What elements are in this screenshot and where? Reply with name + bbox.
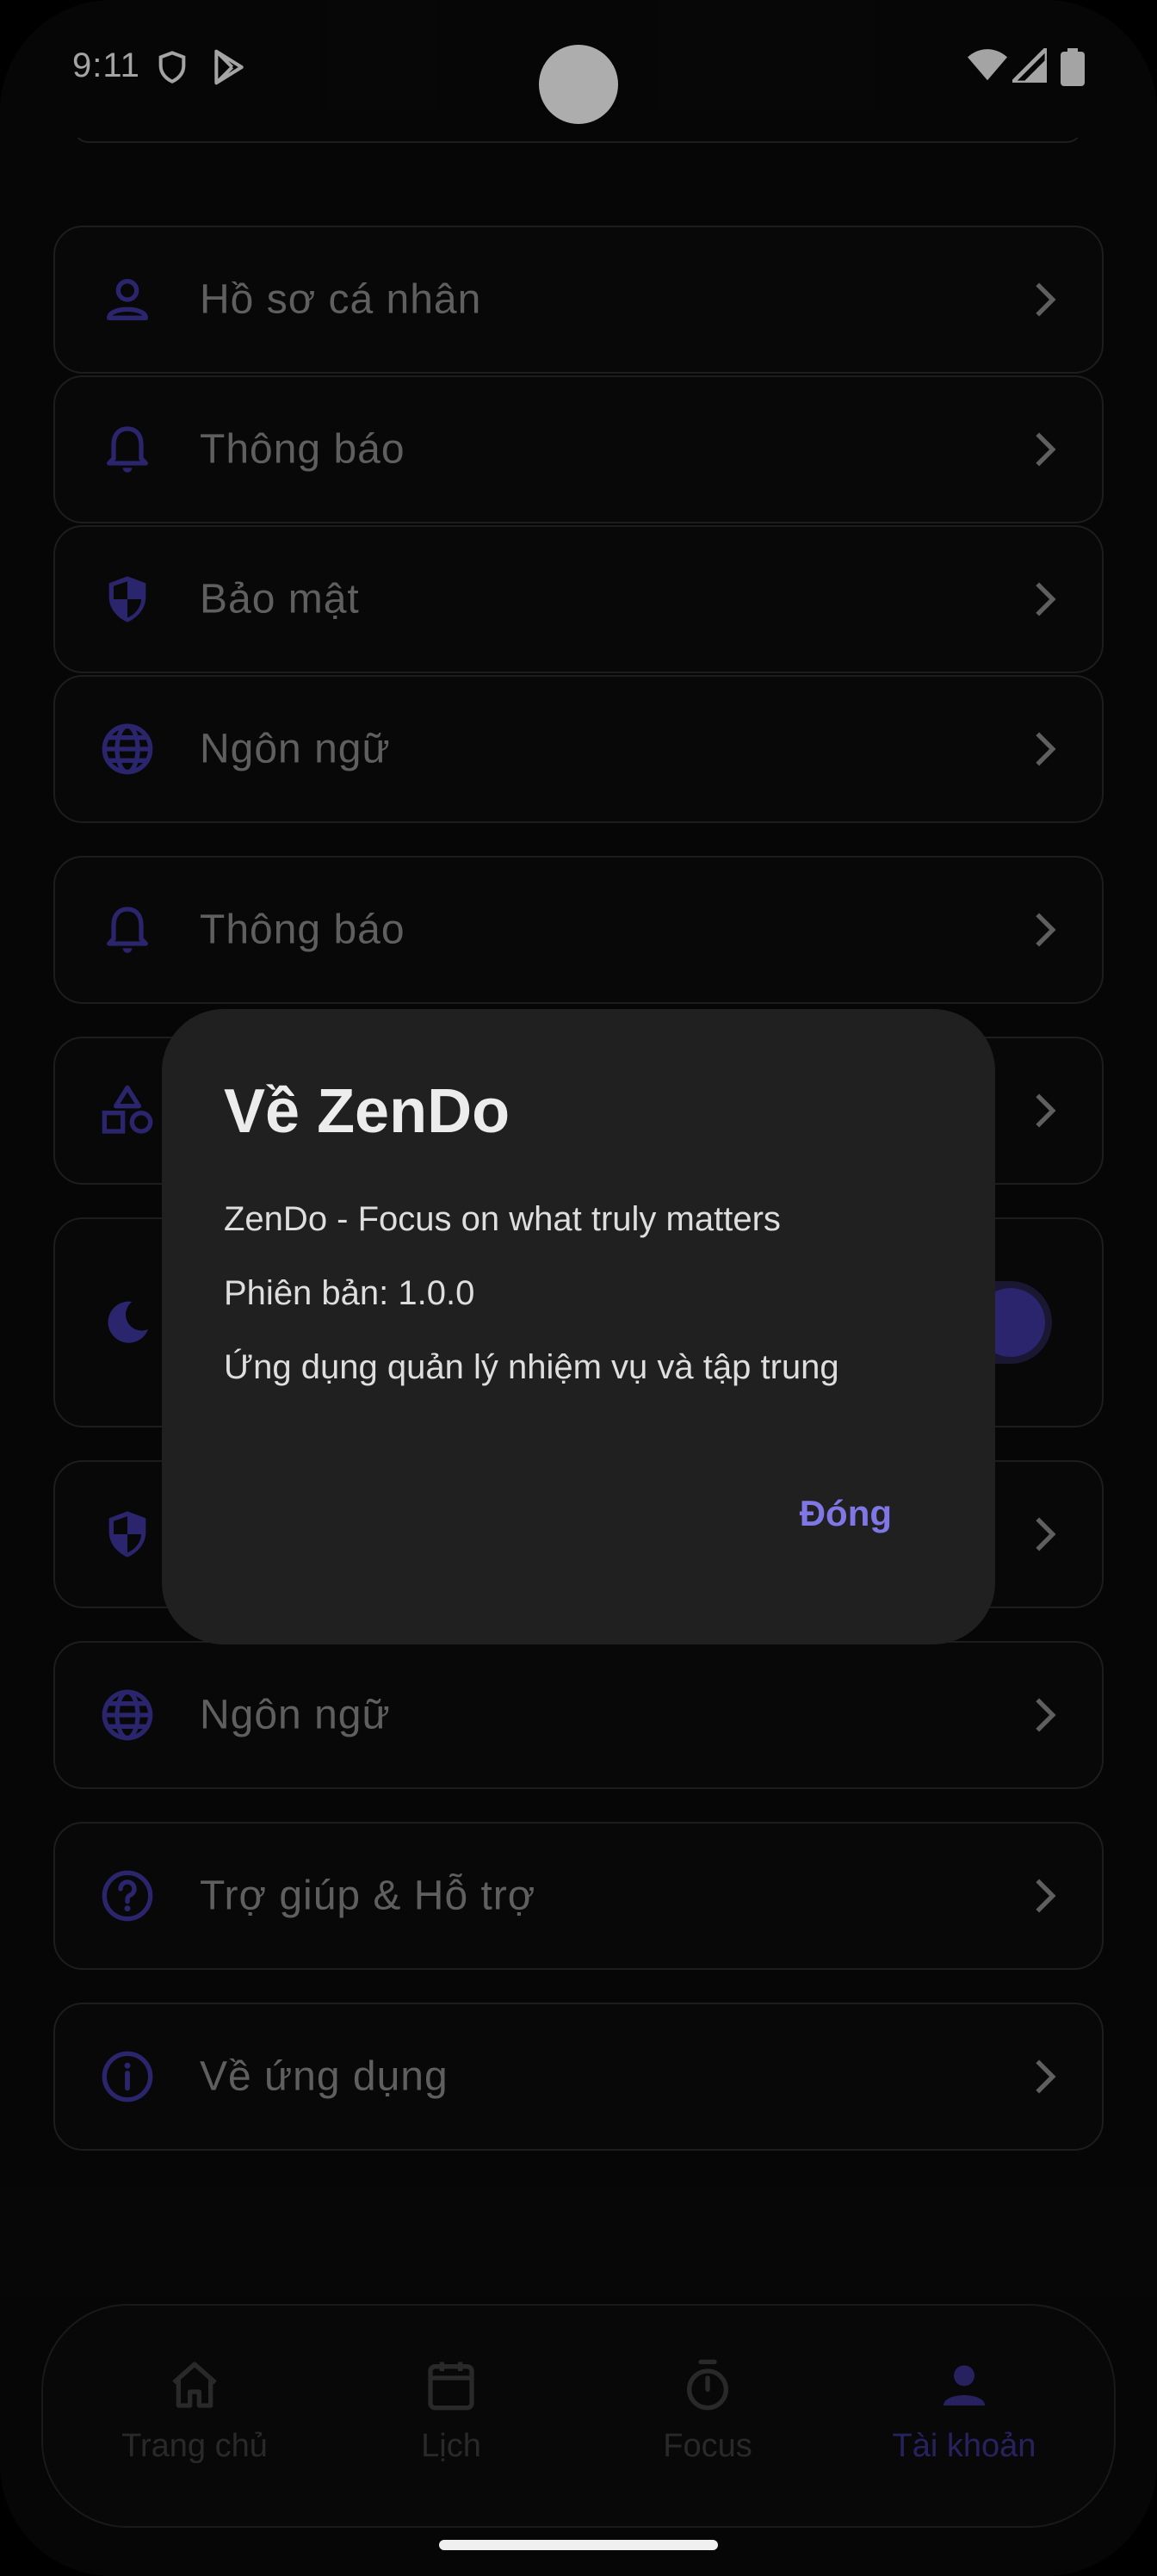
home-indicator[interactable] [439,2540,718,2550]
dialog-description: Ứng dụng quản lý nhiệm vụ và tập trung [224,1348,839,1386]
close-button[interactable]: Đóng [800,1493,892,1534]
dialog-title: Về ZenDo [224,1077,510,1146]
phone-screen: 9:11 Hồ sơ cá nhân Thông báo Bảo mật Ngô… [0,0,1157,2576]
dialog-version: Phiên bản: 1.0.0 [224,1274,475,1312]
about-dialog: Về ZenDo ZenDo - Focus on what truly mat… [162,1009,995,1644]
dialog-app-tagline: ZenDo - Focus on what truly matters [224,1200,781,1238]
